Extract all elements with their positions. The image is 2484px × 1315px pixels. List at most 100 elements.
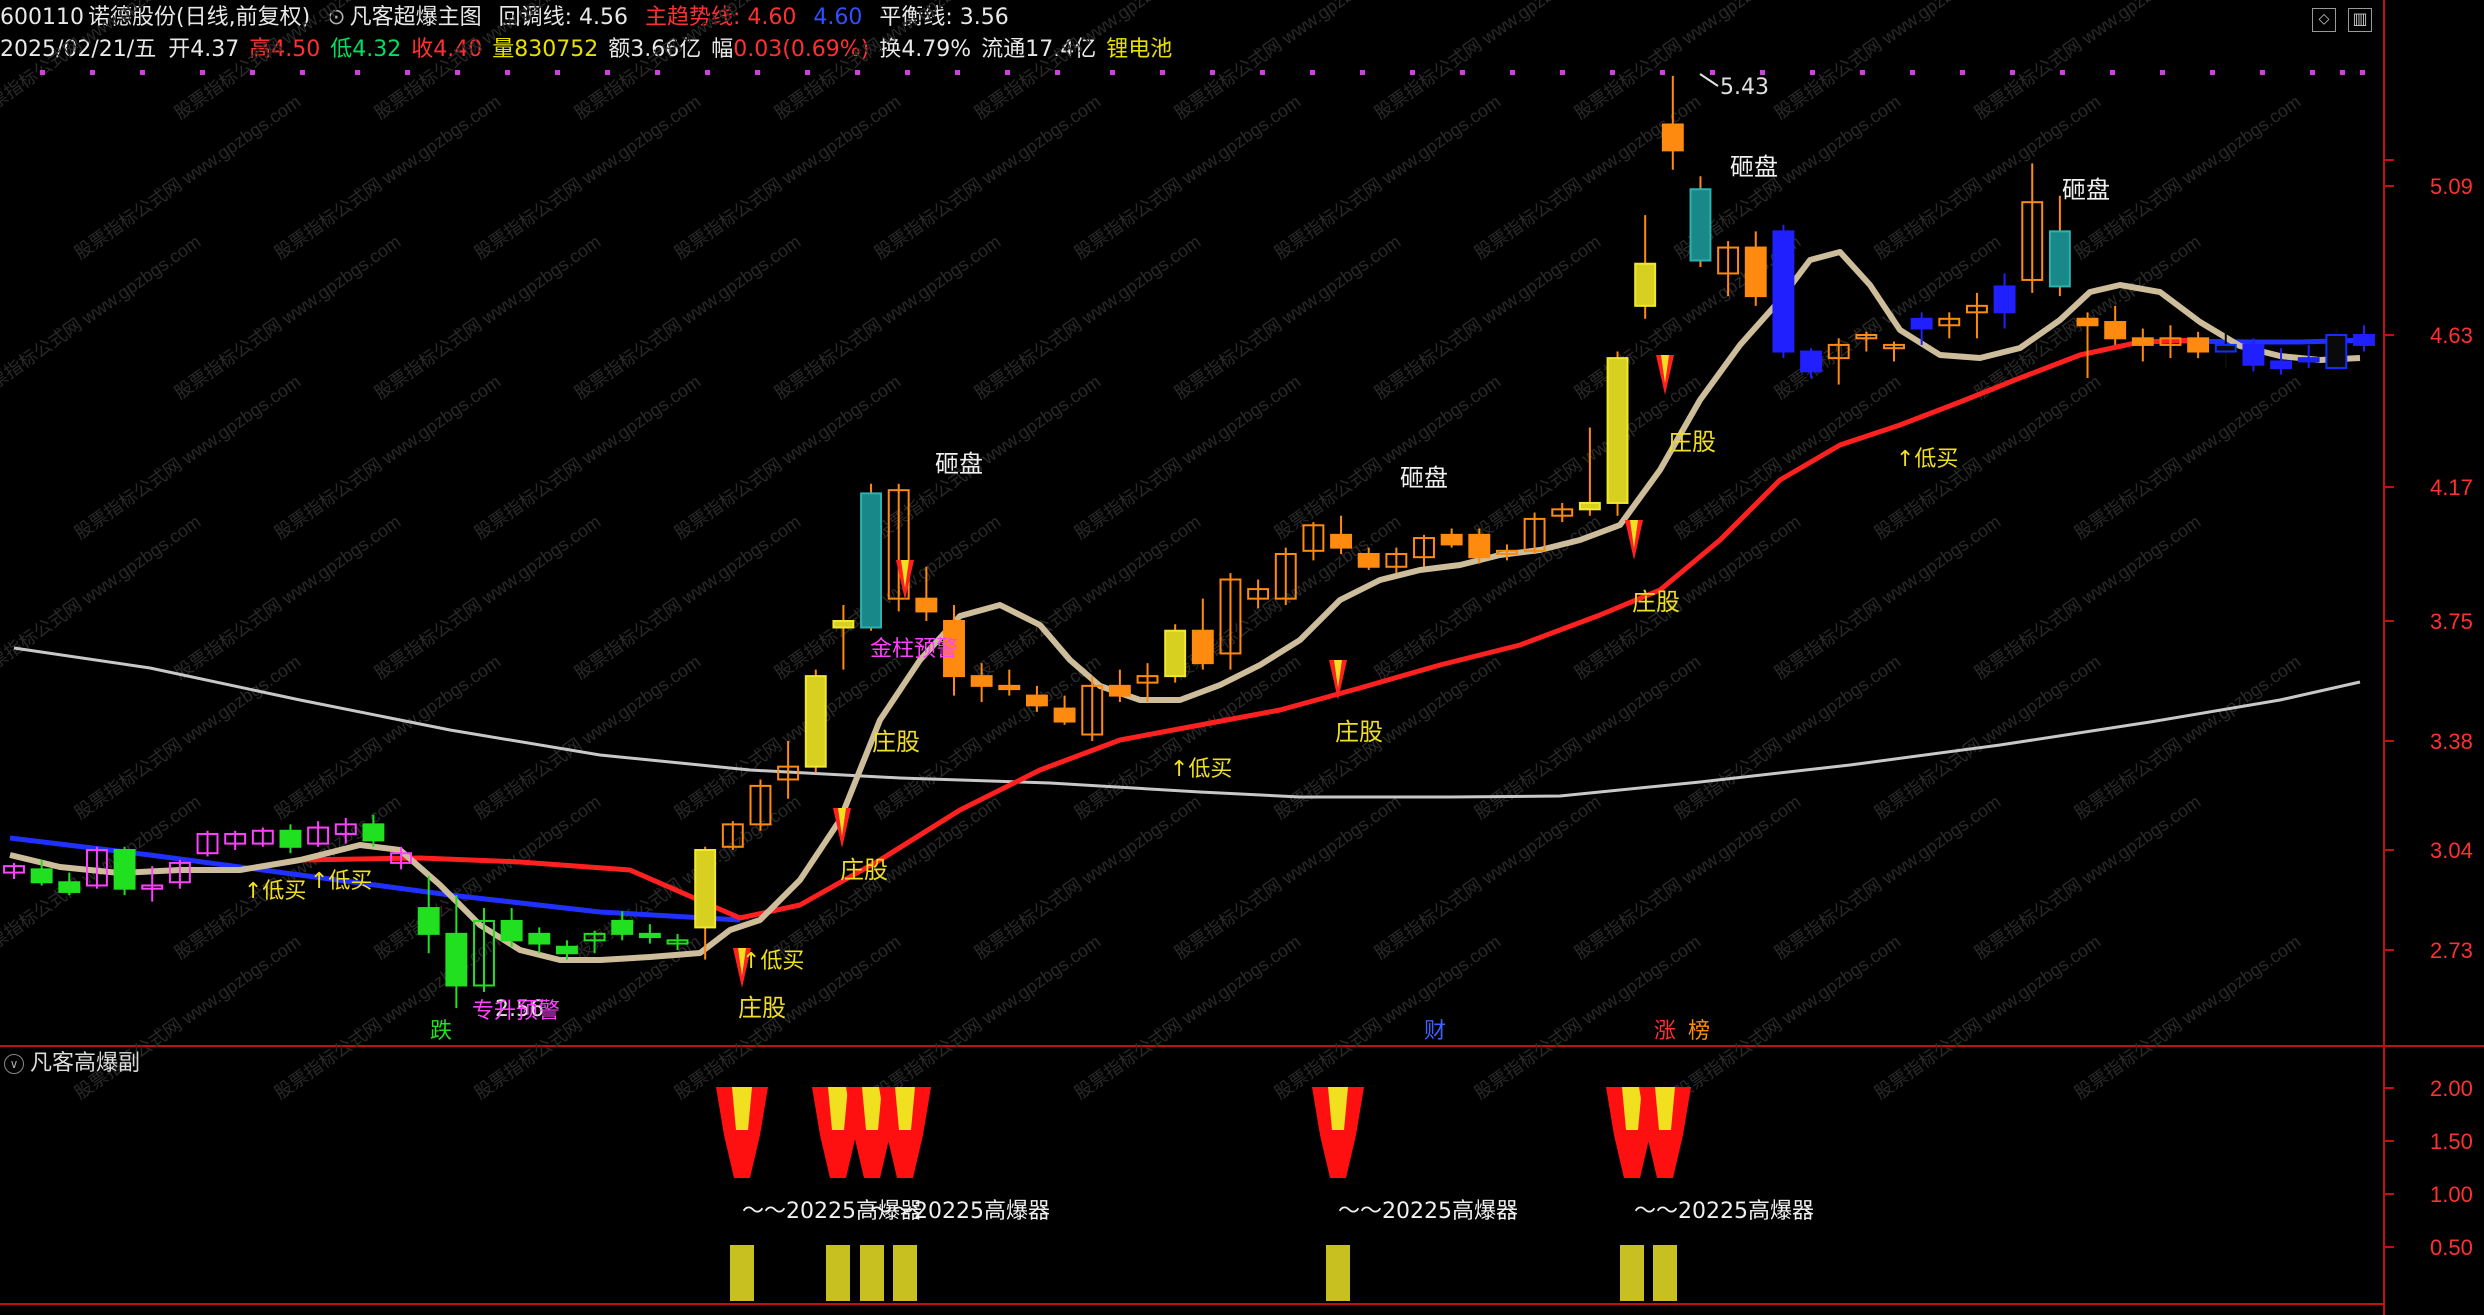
candle-body: [2048, 230, 2071, 288]
candle-body: [528, 932, 551, 945]
signal-dot: [1710, 70, 1715, 75]
signal-dot: [655, 70, 660, 75]
candle-body: [1578, 501, 1601, 511]
signal-dot: [1055, 70, 1060, 75]
burst-bar: [730, 1245, 754, 1301]
candle-body: [279, 829, 302, 848]
signal-dot: [1910, 70, 1915, 75]
watermark-text: 股票指标公式网 www.gpzbgs.com: [0, 511, 204, 683]
warning-label: 专升预警: [472, 999, 560, 1024]
signal-dot: [2060, 70, 2065, 75]
candle-body: [1772, 230, 1795, 353]
watermark-text: 股票指标公式网 www.gpzbgs.com: [0, 231, 204, 403]
candle-body: [1357, 553, 1380, 568]
candle-body: [1191, 629, 1214, 665]
buy-low-label: ↑低买: [310, 869, 372, 894]
signal-dot: [2340, 70, 2345, 75]
candle-body: [2076, 317, 2099, 327]
candle-body: [832, 620, 855, 629]
high-mark-label: 5.43: [1720, 75, 1769, 100]
axis-tick-label: 4.17: [2430, 475, 2473, 500]
price-axis: 5.09 4.63 4.17 3.75 3.38 3.04 2.73: [2384, 174, 2473, 963]
signal-dot: [1110, 70, 1115, 75]
axis-tick-label: 3.38: [2430, 729, 2473, 754]
candle-body: [1164, 629, 1187, 678]
candle-body: [1440, 533, 1463, 546]
candle-body: [2131, 337, 2154, 346]
candle-body: [1468, 533, 1491, 559]
kline-chart[interactable]: 股票指标公式网 www.gpzbgs.com 股票指标公式网 www.gpzbgs…: [0, 0, 2484, 1315]
buy-low-label: ↑低买: [1170, 757, 1232, 782]
sub-panel-label: ～～20225高爆器: [1634, 1199, 1814, 1224]
signal-dot: [855, 70, 860, 75]
candle-body: [58, 881, 81, 893]
signal-dot: [2160, 70, 2165, 75]
buy-low-label: ↑低买: [742, 949, 804, 974]
fall-label: 跌: [430, 1019, 452, 1044]
signal-dot: [605, 70, 610, 75]
burst-bar: [1620, 1245, 1644, 1301]
candle-body: [1634, 262, 1657, 307]
signal-dot: [2260, 70, 2265, 75]
crash-label: 砸盘: [2062, 176, 2110, 204]
banker-label: 庄股: [738, 994, 786, 1022]
signal-dot: [1810, 70, 1815, 75]
candle-body: [915, 597, 938, 613]
candle-body: [611, 919, 634, 935]
axis-tick-label: 3.75: [2430, 609, 2473, 634]
burst-bar: [1653, 1245, 1677, 1301]
candle-body: [2104, 321, 2127, 340]
buy-low-label: ↑低买: [244, 879, 306, 904]
rank-label: 榜: [1688, 1019, 1710, 1044]
signal-dot: [90, 70, 95, 75]
candle-body: [2297, 357, 2320, 363]
high-mark-pointer: [1699, 73, 1719, 87]
pullback-line: [9, 249, 2361, 963]
candle-body: [1744, 246, 1767, 298]
signal-dot: [555, 70, 560, 75]
candle-body: [113, 849, 136, 890]
signal-dot: [2110, 70, 2115, 75]
sub-axis-tick-label: 1.50: [2430, 1129, 2473, 1154]
banker-label: 庄股: [1632, 588, 1680, 616]
signal-dot: [955, 70, 960, 75]
candle-body: [445, 932, 468, 987]
candle-body: [362, 823, 385, 842]
signal-dot: [905, 70, 910, 75]
signal-dot: [1460, 70, 1465, 75]
candle-body: [555, 945, 578, 955]
axis-tick-label: 2.73: [2430, 938, 2473, 963]
candle-body: [1108, 684, 1131, 697]
candle-body: [804, 675, 827, 768]
candle-body: [500, 919, 523, 942]
candle-body: [1330, 533, 1353, 549]
crash-label: 砸盘: [1400, 464, 1448, 492]
candle-body: [417, 907, 440, 935]
watermark-text: 股票指标公式网 www.gpzbgs.com: [0, 791, 204, 963]
candle-body: [1661, 123, 1684, 152]
signal-dot: [40, 70, 45, 75]
candle-body: [2353, 334, 2375, 346]
signal-dot: [1260, 70, 1265, 75]
sub-panel-header[interactable]: ∨ 凡客高爆副: [0, 1048, 140, 1080]
sub-panel: 2.00 1.50 1.00 0.50 ～～20225高爆器 ～～20225高爆器 ～～20…: [716, 1076, 2473, 1301]
banker-label: 庄股: [840, 856, 888, 884]
crash-label: 砸盘: [1730, 153, 1778, 181]
signal-dot: [2310, 70, 2315, 75]
signal-dot: [300, 70, 305, 75]
chevron-down-icon[interactable]: ∨: [4, 1054, 24, 1074]
signal-dot: [1860, 70, 1865, 75]
candle-body: [1689, 188, 1712, 262]
candle-body: [30, 868, 53, 884]
signal-dot: [1160, 70, 1165, 75]
candle-body: [1800, 350, 1823, 373]
candle-body: [638, 932, 661, 939]
banker-label: 庄股: [1668, 428, 1716, 456]
candle-body: [1993, 285, 2016, 314]
candle-body: [2214, 343, 2237, 353]
finance-label: 财: [1424, 1019, 1446, 1044]
signal-dot: [1510, 70, 1515, 75]
signal-dot: [405, 70, 410, 75]
signal-dot: [140, 70, 145, 75]
candle-body: [1053, 707, 1076, 723]
